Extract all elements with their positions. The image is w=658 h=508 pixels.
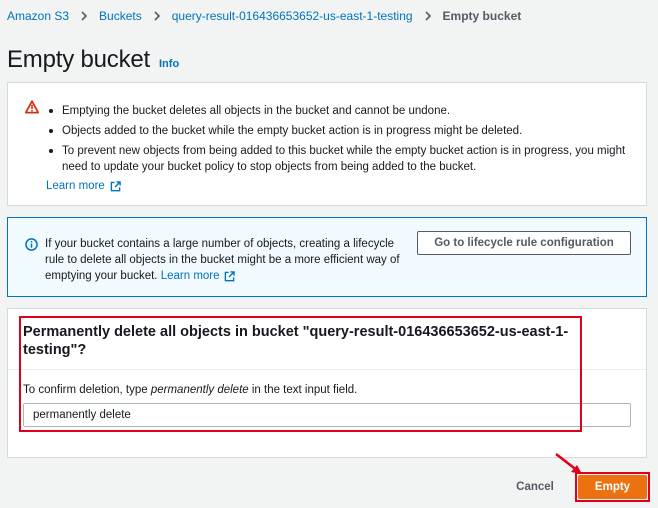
confirm-panel: Permanently delete all objects in bucket… xyxy=(7,308,647,458)
info-text: If your bucket contains a large number o… xyxy=(45,236,405,284)
instruction-prefix: To confirm deletion, type xyxy=(23,384,151,396)
chevron-right-icon xyxy=(80,11,88,21)
learn-more-label: Learn more xyxy=(46,180,105,192)
instruction-suffix: in the text input field. xyxy=(248,384,358,396)
warning-bullet: To prevent new objects from being added … xyxy=(46,143,636,175)
divider xyxy=(8,369,646,370)
chevron-right-icon xyxy=(424,11,432,21)
info-circle-icon xyxy=(25,238,38,251)
page-header: Empty bucket Info xyxy=(7,46,179,74)
info-learn-more-link[interactable]: Learn more xyxy=(161,268,235,284)
confirm-instruction: To confirm deletion, type permanently de… xyxy=(23,384,357,396)
breadcrumb-current: Empty bucket xyxy=(442,9,522,23)
external-link-icon xyxy=(110,180,121,191)
confirm-text-input[interactable] xyxy=(23,403,631,427)
warning-list: Emptying the bucket deletes all objects … xyxy=(46,103,636,179)
warning-bullet: Objects added to the bucket while the em… xyxy=(46,123,636,139)
warning-alert: Emptying the bucket deletes all objects … xyxy=(7,82,647,206)
external-link-icon xyxy=(224,270,235,281)
breadcrumb-item-amazon-s3[interactable]: Amazon S3 xyxy=(7,9,69,23)
empty-button[interactable]: Empty xyxy=(578,475,647,499)
go-to-lifecycle-rule-button[interactable]: Go to lifecycle rule configuration xyxy=(417,231,631,255)
breadcrumb-item-buckets[interactable]: Buckets xyxy=(99,9,142,23)
confirm-title: Permanently delete all objects in bucket… xyxy=(23,324,569,358)
cancel-button[interactable]: Cancel xyxy=(507,476,563,498)
warning-bullet: Emptying the bucket deletes all objects … xyxy=(46,103,636,119)
info-alert: If your bucket contains a large number o… xyxy=(7,217,647,297)
warning-learn-more-link[interactable]: Learn more xyxy=(46,180,121,192)
chevron-right-icon xyxy=(153,11,161,21)
breadcrumb: Amazon S3 Buckets query-result-016436653… xyxy=(7,9,521,23)
warning-triangle-icon xyxy=(25,100,39,114)
breadcrumb-item-bucket[interactable]: query-result-016436653652-us-east-1-test… xyxy=(172,9,413,23)
page-title: Empty bucket xyxy=(7,46,150,73)
info-link[interactable]: Info xyxy=(159,58,179,70)
learn-more-label: Learn more xyxy=(160,270,220,282)
instruction-keyword: permanently delete xyxy=(150,384,249,396)
